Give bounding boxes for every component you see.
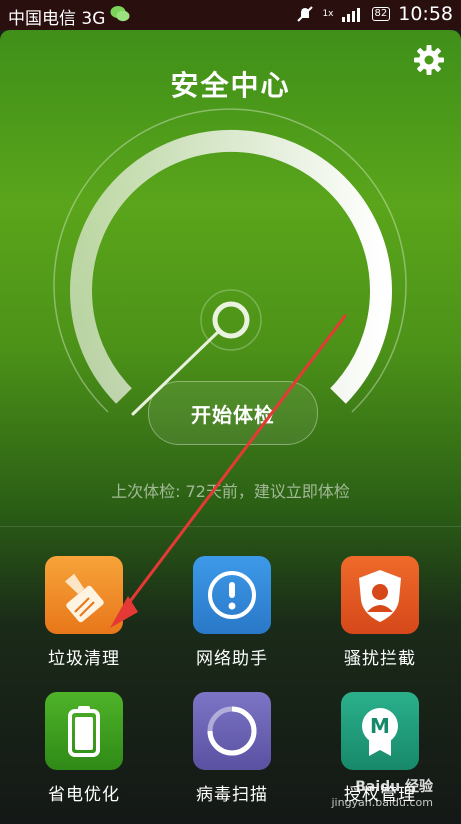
tile-virus-scan[interactable]: 病毒扫描 xyxy=(167,692,297,805)
wechat-icon xyxy=(110,6,130,22)
start-checkup-button[interactable]: 开始体检 xyxy=(148,381,318,445)
tile-label: 病毒扫描 xyxy=(196,785,268,805)
badge-icon: M xyxy=(341,692,419,770)
broom-icon xyxy=(45,556,123,634)
status-bar: 中国电信 3G 1x 82 10:58 xyxy=(0,0,461,30)
scan-icon xyxy=(193,692,271,770)
baidu-watermark: Baidu 经验 jingyan.baidu.com xyxy=(331,776,433,809)
tile-label: 骚扰拦截 xyxy=(344,649,416,669)
gauge-center-ring xyxy=(212,301,250,339)
tile-label: 网络助手 xyxy=(196,649,268,669)
tile-power-optimize[interactable]: 省电优化 xyxy=(19,692,149,805)
exclamation-icon xyxy=(193,556,271,634)
watermark-url: jingyan.baidu.com xyxy=(331,796,433,809)
gauge-arc xyxy=(70,129,392,404)
watermark-brand: Baidu 经验 xyxy=(355,779,433,795)
clock: 10:58 xyxy=(398,3,453,25)
tile-junk-cleanup[interactable]: 垃圾清理 xyxy=(19,556,149,669)
last-check-status: 上次体检: 72天前，建议立即体检 xyxy=(111,482,350,501)
tile-network-assistant[interactable]: 网络助手 xyxy=(167,556,297,669)
network-type-label: 1x xyxy=(322,9,334,19)
svg-text:M: M xyxy=(370,714,390,738)
tile-label: 省电优化 xyxy=(48,785,120,805)
shield-user-icon xyxy=(341,556,419,634)
battery-indicator: 82 xyxy=(371,7,391,21)
divider xyxy=(0,526,461,527)
security-center-panel: 安全中心 开始体检 上次体检: 72天前，建议立即体检 垃圾清理 网络助手 骚扰… xyxy=(0,30,461,824)
carrier-label: 中国电信 3G xyxy=(8,9,106,29)
tile-harassment-block[interactable]: 骚扰拦截 xyxy=(315,556,445,669)
mute-icon xyxy=(297,6,314,22)
tile-label: 垃圾清理 xyxy=(48,649,120,669)
page-title: 安全中心 xyxy=(170,69,291,102)
battery-icon xyxy=(45,692,123,770)
settings-gear-icon[interactable] xyxy=(413,44,445,76)
signal-icon xyxy=(341,8,360,22)
